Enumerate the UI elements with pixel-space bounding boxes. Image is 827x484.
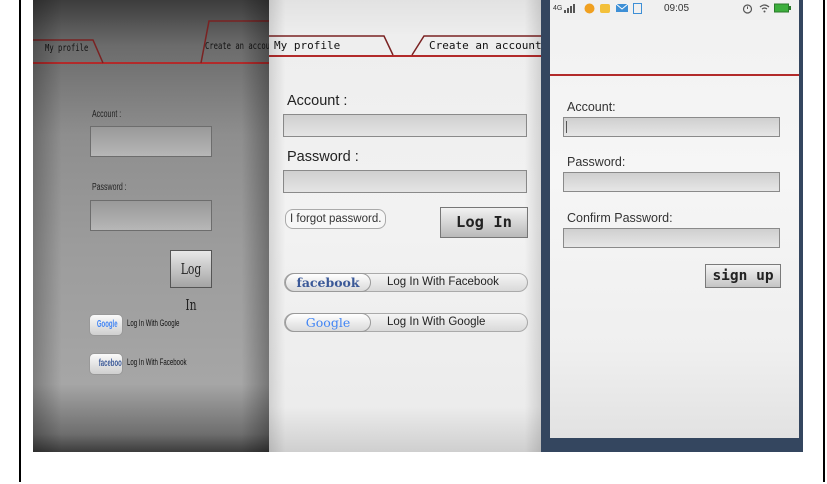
login-button-label: Log In (180, 260, 202, 314)
google-logo-icon: Google (89, 314, 123, 336)
facebook-logo-text: facebook (98, 358, 123, 369)
google-login-label: Log In With Google (387, 316, 486, 328)
tab-bar: My profile Create an account (269, 20, 541, 64)
account-label: Account : (287, 93, 348, 109)
google-login-button[interactable]: Google Log In With Google (284, 313, 528, 332)
account-input[interactable] (563, 117, 780, 137)
signal-icon (564, 3, 578, 15)
tab-create-account[interactable]: Create an account (429, 39, 541, 52)
confirm-password-input[interactable] (563, 228, 780, 248)
password-input[interactable] (563, 172, 780, 192)
confirm-password-label: Confirm Password: (567, 211, 673, 225)
header-divider (550, 74, 799, 76)
sign-up-button[interactable]: sign up (705, 264, 781, 288)
login-button[interactable]: Log In (170, 250, 212, 314)
phone-frame: 4G 09:05 Account: Password: Confirm Pass… (541, 0, 803, 452)
tab-create-account[interactable]: Create an account (205, 41, 270, 52)
google-logo-text: Google (305, 315, 351, 330)
tab-bar: My profile Create an account (33, 20, 270, 64)
google-logo-icon: Google (285, 313, 371, 332)
battery-icon (774, 3, 791, 15)
login-button[interactable]: Log In (440, 207, 528, 238)
facebook-login-button[interactable]: facebook Log In With Facebook (89, 353, 214, 375)
password-label: Password: (567, 155, 626, 169)
account-input[interactable] (90, 126, 212, 157)
login-screen-dark: My profile Create an account Account : P… (33, 0, 270, 452)
password-input[interactable] (283, 170, 527, 193)
account-label: Account : (92, 109, 122, 120)
mail-icon (615, 3, 629, 15)
forgot-password-link[interactable]: I forgot password. (285, 209, 387, 229)
network-type: 4G (553, 5, 563, 12)
tab-my-profile[interactable]: My profile (274, 39, 340, 52)
notification-icon (599, 3, 611, 15)
account-label: Account: (567, 100, 616, 114)
app-icon (584, 3, 595, 15)
password-label: Password : (287, 149, 359, 165)
facebook-logo-icon: facebook (285, 273, 371, 292)
facebook-login-label: Log In With Facebook (127, 357, 187, 367)
facebook-logo-text: facebook (296, 275, 360, 290)
alarm-icon (742, 3, 753, 15)
password-input[interactable] (90, 200, 212, 231)
tab-my-profile[interactable]: My profile (45, 43, 88, 54)
text-cursor (566, 121, 567, 133)
google-login-button[interactable]: Google Log In With Google (89, 314, 214, 336)
facebook-login-label: Log In With Facebook (387, 276, 499, 288)
facebook-logo-icon: facebook (89, 353, 123, 375)
sim-icon (633, 3, 642, 15)
wifi-icon (759, 3, 770, 15)
google-login-label: Log In With Google (127, 318, 180, 328)
status-bar: 4G 09:05 (550, 0, 799, 20)
password-label: Password : (92, 182, 127, 193)
status-time: 09:05 (664, 3, 690, 14)
login-screen-light: My profile Create an account Account : P… (269, 0, 541, 452)
facebook-login-button[interactable]: facebook Log In With Facebook (284, 273, 528, 292)
account-input[interactable] (283, 114, 527, 137)
google-logo-text: Google (96, 319, 118, 330)
signup-screen: 4G 09:05 Account: Password: Confirm Pass… (550, 0, 799, 438)
